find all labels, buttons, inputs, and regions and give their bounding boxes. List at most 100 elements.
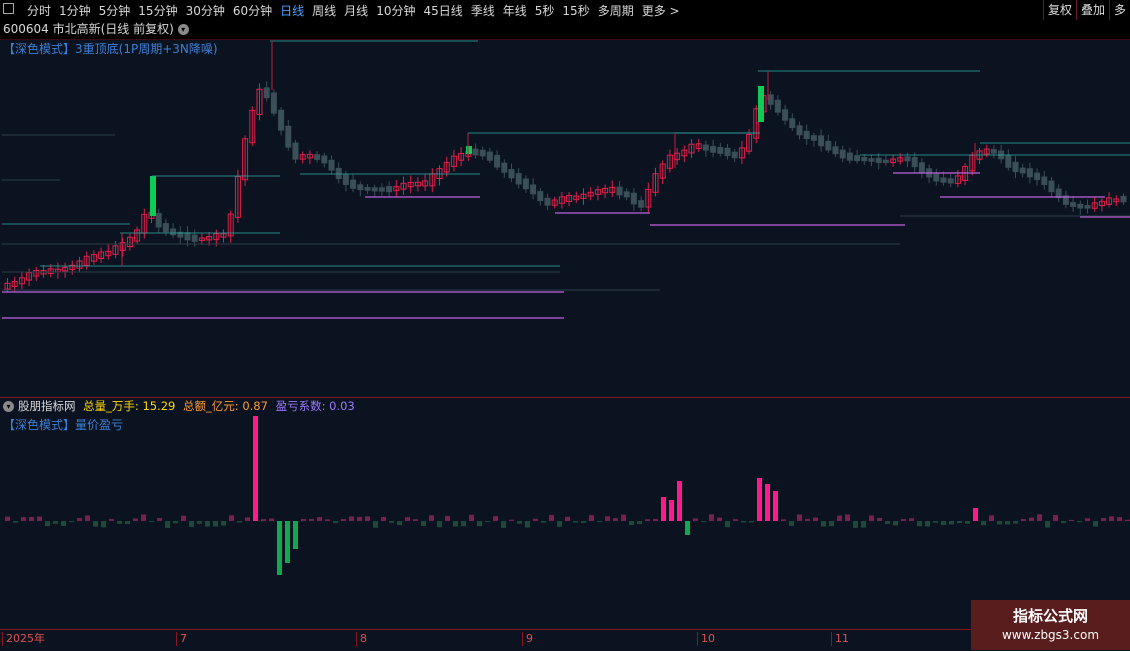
candle-body xyxy=(767,94,774,105)
candle-body xyxy=(357,184,364,191)
histogram-bar xyxy=(917,521,922,527)
tab-period[interactable]: 日线 xyxy=(280,2,304,19)
candle-body xyxy=(918,162,925,173)
time-axis-tick: 9 xyxy=(522,632,533,646)
histogram-bar xyxy=(741,521,746,523)
tab-period[interactable]: 15秒 xyxy=(562,2,589,19)
stock-title[interactable]: 600604 市北高新(日线 前复权) ▾ xyxy=(3,20,189,39)
tab-period[interactable]: 更多 > xyxy=(642,2,680,19)
histogram-bar xyxy=(837,515,842,521)
histogram-bar xyxy=(29,517,34,521)
histogram-bar xyxy=(109,518,114,521)
candle-body xyxy=(1048,180,1055,193)
histogram-bar xyxy=(1101,518,1106,521)
candle-body xyxy=(378,187,385,192)
candle-body xyxy=(623,191,630,198)
time-axis-tick: 11 xyxy=(831,632,849,646)
tab-period[interactable]: 30分钟 xyxy=(186,2,225,19)
histogram-bar xyxy=(941,521,946,526)
histogram-bar xyxy=(957,521,962,524)
candle-body xyxy=(162,223,169,233)
histogram-bar xyxy=(1013,521,1018,524)
candle-body xyxy=(486,151,493,161)
histogram-bar xyxy=(373,521,378,528)
toolbar-button[interactable]: 复权 xyxy=(1042,0,1076,20)
candle-body xyxy=(1070,202,1077,207)
indicator-name: 股朋指标网 xyxy=(18,399,76,413)
candle-body xyxy=(1019,167,1026,174)
candle-body xyxy=(364,186,371,191)
histogram-bar xyxy=(669,500,674,521)
candle-body xyxy=(868,158,875,162)
window-menu-icon[interactable] xyxy=(3,3,14,14)
histogram-bar xyxy=(253,416,258,521)
histogram-bar xyxy=(141,514,146,521)
time-axis-tick: 7 xyxy=(176,632,187,646)
histogram-bar xyxy=(1117,517,1122,521)
chevron-down-icon[interactable]: ▾ xyxy=(177,24,189,35)
pl-coefficient-value: 0.03 xyxy=(329,399,355,413)
time-axis: 2025年 7 8 9 10 11 xyxy=(0,629,1130,651)
histogram-bar xyxy=(357,516,362,521)
candle-body xyxy=(839,149,846,159)
chevron-down-icon[interactable]: ▾ xyxy=(3,401,14,412)
toolbar-button[interactable]: 多 xyxy=(1108,0,1130,20)
histogram-bar xyxy=(877,517,882,521)
candlestick-chart[interactable] xyxy=(0,40,1130,385)
tab-period[interactable]: 10分钟 xyxy=(376,2,415,19)
candle-body xyxy=(933,173,940,182)
candle-body xyxy=(990,149,997,154)
toolbar-button[interactable]: 叠加 xyxy=(1075,0,1109,20)
candle-body xyxy=(774,99,781,113)
tab-period[interactable]: 年线 xyxy=(503,2,527,19)
candle-body xyxy=(479,149,486,157)
tab-period[interactable]: 多周期 xyxy=(598,2,634,19)
candle-body xyxy=(292,142,299,160)
candle-body xyxy=(724,147,731,156)
histogram-bar xyxy=(69,521,74,523)
histogram-bar xyxy=(733,519,738,521)
histogram-bar xyxy=(1045,521,1050,528)
histogram-bar xyxy=(261,519,266,521)
sub-indicator-label: 【深色模式】量价盈亏 xyxy=(3,418,124,432)
tab-period[interactable]: 1分钟 xyxy=(59,2,91,19)
histogram-bar xyxy=(869,515,874,521)
histogram-bar xyxy=(973,508,978,521)
histogram-bar xyxy=(1077,521,1082,523)
histogram-bar xyxy=(445,516,450,521)
histogram-bar xyxy=(597,521,602,523)
histogram-bar xyxy=(821,521,826,527)
histogram-bar xyxy=(549,514,554,521)
histogram-bar xyxy=(813,517,818,521)
total-amount-label: 总额_亿元: xyxy=(183,399,239,413)
tab-period[interactable]: 15分钟 xyxy=(138,2,177,19)
histogram-bar xyxy=(93,521,98,527)
candle-body xyxy=(278,109,285,131)
tab-period[interactable]: 分时 xyxy=(27,2,51,19)
tab-period[interactable]: 45日线 xyxy=(423,2,462,19)
tab-period[interactable]: 季线 xyxy=(471,2,495,19)
tab-period[interactable]: 月线 xyxy=(344,2,368,19)
histogram-bar xyxy=(565,516,570,521)
candle-body xyxy=(904,156,911,162)
tab-period[interactable]: 5分钟 xyxy=(99,2,131,19)
histogram-bar xyxy=(581,521,586,523)
histogram-bar xyxy=(557,521,562,527)
histogram-bar xyxy=(13,521,18,523)
histogram-bar xyxy=(237,521,242,523)
candle-body xyxy=(616,186,623,196)
histogram-bar xyxy=(805,518,810,521)
tab-period[interactable]: 5秒 xyxy=(535,2,555,19)
histogram-bar xyxy=(213,521,218,527)
candle-body xyxy=(1055,188,1062,199)
histogram-bar xyxy=(893,521,898,526)
histogram-bar xyxy=(1021,518,1026,521)
histogram-bar xyxy=(749,521,754,523)
candle-body xyxy=(731,151,738,159)
tab-period[interactable]: 周线 xyxy=(312,2,336,19)
tab-period[interactable]: 60分钟 xyxy=(233,2,272,19)
volume-pl-histogram[interactable] xyxy=(0,414,1130,629)
candle-body xyxy=(825,140,832,151)
candle-body xyxy=(702,144,709,151)
candle-body xyxy=(191,234,198,242)
